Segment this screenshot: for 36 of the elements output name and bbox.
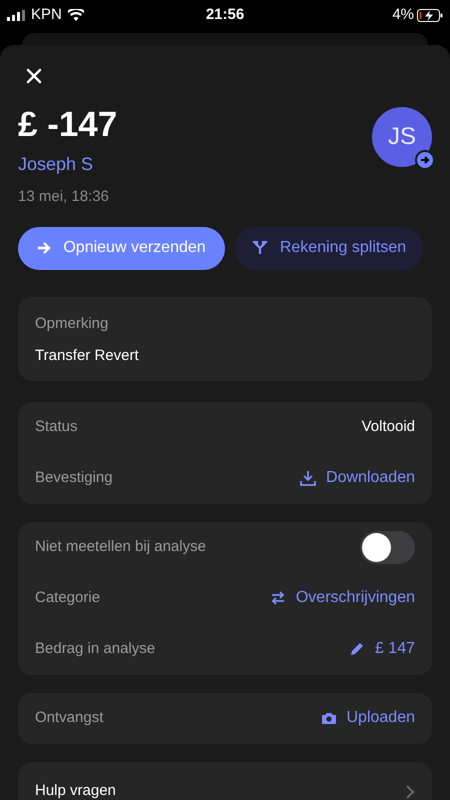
toggle-switch[interactable]: [360, 530, 415, 564]
signal-icon: [7, 10, 25, 20]
clock-time: 21:56: [206, 4, 244, 25]
download-link[interactable]: Downloaden: [300, 466, 415, 490]
row-label: Bevestiging: [35, 468, 113, 488]
split-bill-button[interactable]: Rekening splitsen: [235, 226, 423, 270]
resend-button[interactable]: Opnieuw verzenden: [18, 226, 225, 270]
swap-arrows-icon: [270, 590, 286, 606]
carrier-name: KPN: [31, 4, 62, 25]
row-label: Status: [35, 416, 78, 437]
arrow-right-icon: [37, 242, 52, 254]
row-label: Ontvangst: [35, 708, 104, 728]
transfer-link[interactable]: Overschrijvingen: [270, 586, 415, 610]
pencil-icon: [348, 641, 365, 657]
download-icon: [300, 470, 316, 486]
transaction-date: 13 mei, 18:36: [18, 187, 110, 207]
close-icon: [26, 68, 42, 84]
status-value: Voltooid: [362, 416, 415, 437]
split-icon: [252, 241, 268, 255]
note-label: Opmerking: [35, 314, 110, 334]
battery-icon: [417, 8, 443, 22]
battery-percentage: 4%: [392, 4, 414, 25]
chevron-right-icon: [406, 784, 415, 798]
wifi-icon: [68, 9, 84, 21]
camera-icon: [320, 710, 336, 726]
row-label: Bedrag in analyse: [35, 638, 156, 659]
row-label: Categorie: [35, 588, 100, 608]
upload-link[interactable]: Uploaden: [320, 706, 415, 730]
row-label: Hulp vragen: [35, 781, 116, 800]
recipient-name[interactable]: Joseph S: [18, 151, 118, 178]
note-text: Transfer Revert: [35, 346, 140, 366]
edit-link[interactable]: £ 147: [348, 637, 415, 661]
arrow-badge-icon: [415, 150, 435, 170]
avatar[interactable]: JS: [372, 107, 432, 167]
amount: £ -147: [18, 104, 118, 146]
row-label: Niet meetellen bij analyse: [35, 536, 206, 557]
